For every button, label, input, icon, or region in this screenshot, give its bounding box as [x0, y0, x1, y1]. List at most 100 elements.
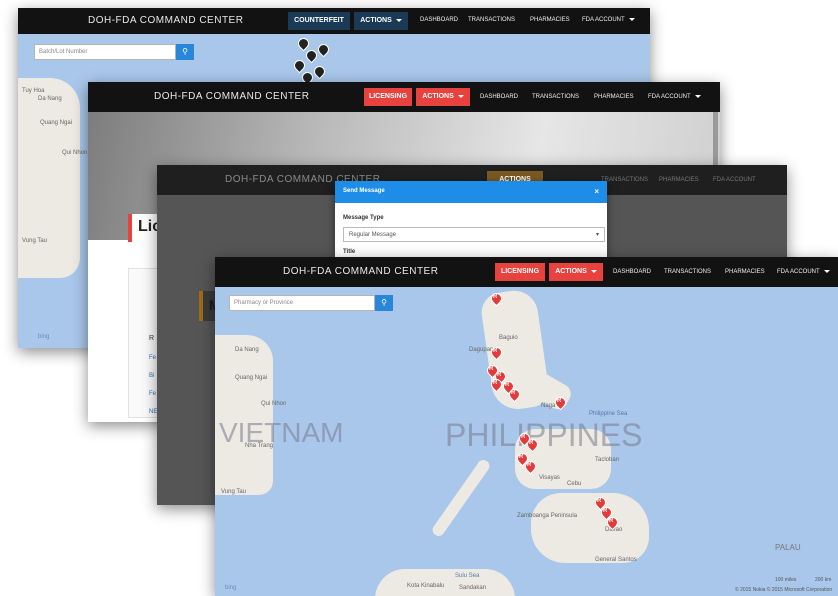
- map-copyright: © 2015 Nokia © 2015 Microsoft Corporatio…: [735, 587, 833, 593]
- map-label: PALAU: [775, 543, 801, 552]
- country-label: VIETNAM: [219, 417, 344, 448]
- title-label: Title: [343, 249, 356, 255]
- nav-transactions[interactable]: TRANSACTIONS: [664, 269, 711, 275]
- fda-account-label: FDA ACCOUNT: [582, 17, 625, 23]
- chevron-down-icon: ▾: [595, 232, 599, 238]
- caret-down-icon: [628, 17, 635, 21]
- map-label: Tacloban: [595, 457, 620, 463]
- table-row[interactable]: Fe: [149, 391, 156, 397]
- map-land-vietnam: [215, 335, 273, 495]
- nav-dashboard[interactable]: DASHBOARD: [420, 17, 458, 23]
- map-land-borneo: [375, 569, 515, 596]
- nav-transactions[interactable]: TRANSACTIONS: [468, 17, 515, 23]
- search-icon: ⚲: [381, 298, 387, 307]
- search-icon: ⚲: [182, 47, 188, 56]
- sea-label: Philippine Sea: [589, 411, 628, 417]
- pharmacy-pin[interactable]: R: [506, 386, 523, 403]
- screen-pharmacy-map: DOH-FDA COMMAND CENTER LICENSING ACTIONS…: [215, 257, 838, 596]
- caret-down-icon: [694, 94, 701, 98]
- pharmacy-pin[interactable]: [303, 47, 320, 64]
- actions-button[interactable]: ACTIONS: [416, 88, 470, 106]
- batch-search-placeholder: Batch/Lot Number: [39, 49, 88, 55]
- navbar: DOH-FDA COMMAND CENTER LICENSING ACTIONS…: [215, 257, 838, 287]
- pharmacy-search-input[interactable]: Pharmacy or Province: [229, 295, 375, 311]
- map-label: Visayas: [539, 475, 560, 481]
- scrollbar-thumb[interactable]: [713, 112, 718, 172]
- map-label: Qui Nhon: [62, 150, 88, 156]
- map-label: Naga: [541, 403, 556, 409]
- pharmacy-search-placeholder: Pharmacy or Province: [234, 300, 294, 306]
- table-row[interactable]: Bi: [149, 373, 154, 379]
- rx-icon: R: [527, 462, 532, 468]
- nav-transactions[interactable]: TRANSACTIONS: [601, 177, 648, 183]
- scale-miles: 100 miles: [775, 577, 797, 583]
- fda-account-label: FDA ACCOUNT: [713, 177, 756, 183]
- navbar: DOH-FDA COMMAND CENTER COUNTERFEIT ACTIO…: [18, 8, 650, 34]
- bing-logo: bing: [225, 585, 237, 591]
- nav-pharmacies[interactable]: PHARMACIES: [725, 269, 765, 275]
- nav-fda-account[interactable]: FDA ACCOUNT: [777, 269, 830, 275]
- navbar: DOH-FDA COMMAND CENTER LICENSING ACTIONS…: [88, 82, 720, 112]
- bing-logo: bing: [38, 334, 50, 340]
- caret-down-icon: [590, 269, 597, 273]
- close-icon[interactable]: ×: [594, 187, 599, 196]
- brand-title: DOH-FDA COMMAND CENTER: [88, 15, 244, 26]
- pharmacy-pin[interactable]: R: [488, 344, 505, 361]
- pharmacy-pin[interactable]: R: [488, 376, 505, 393]
- map-label: Cebu: [567, 481, 582, 487]
- actions-label: ACTIONS: [360, 17, 392, 24]
- rx-icon: R: [529, 440, 534, 446]
- actions-label: ACTIONS: [555, 268, 587, 275]
- pharmacy-pin[interactable]: R: [604, 514, 621, 531]
- country-label: PHILIPPINES: [445, 417, 643, 453]
- map-label: Vung Tau: [221, 489, 247, 495]
- map-label: Da Nang: [235, 347, 259, 353]
- table-row[interactable]: Fe: [149, 355, 156, 361]
- caret-down-icon: [823, 269, 830, 273]
- scale-km: 200 km: [815, 577, 832, 583]
- fda-account-label: FDA ACCOUNT: [648, 94, 691, 100]
- counterfeit-button[interactable]: COUNTERFEIT: [288, 12, 350, 30]
- pharmacy-pin[interactable]: [315, 41, 332, 58]
- nav-dashboard[interactable]: DASHBOARD: [613, 269, 651, 275]
- modal-header: Send Message ×: [335, 181, 607, 203]
- fda-account-label: FDA ACCOUNT: [777, 269, 820, 275]
- rx-icon: R: [493, 380, 498, 386]
- map-label: Qui Nhon: [261, 401, 287, 407]
- pharmacy-pin[interactable]: R: [488, 290, 505, 307]
- rx-icon: R: [493, 348, 498, 354]
- map-land-palawan: [430, 457, 492, 539]
- map-label: Kota Kinabalu: [407, 583, 445, 589]
- map-label: Quang Ngai: [235, 375, 268, 381]
- nav-pharmacies[interactable]: PHARMACIES: [530, 17, 570, 23]
- actions-button[interactable]: ACTIONS: [354, 12, 408, 30]
- batch-search-input[interactable]: Batch/Lot Number: [34, 44, 176, 60]
- nav-pharmacies[interactable]: PHARMACIES: [659, 177, 699, 183]
- licensing-button[interactable]: LICENSING: [364, 88, 412, 106]
- pharmacy-pin[interactable]: R: [524, 436, 541, 453]
- actions-label: ACTIONS: [422, 93, 454, 100]
- map-label: Quang Ngai: [40, 120, 73, 126]
- licensing-button[interactable]: LICENSING: [495, 263, 545, 281]
- nav-fda-account[interactable]: FDA ACCOUNT: [582, 17, 635, 23]
- map-label: Vung Tau: [22, 238, 48, 244]
- message-type-value: Regular Message: [349, 232, 397, 238]
- rx-icon: R: [597, 498, 602, 504]
- pharmacy-pin[interactable]: R: [522, 458, 539, 475]
- message-type-select[interactable]: Regular Message ▾: [343, 227, 605, 242]
- pharmacy-pin[interactable]: R: [552, 394, 569, 411]
- map-label: Sandakan: [459, 585, 487, 591]
- search-button[interactable]: ⚲: [176, 44, 194, 60]
- nav-fda-account[interactable]: FDA ACCOUNT: [713, 177, 756, 183]
- collage-stage: DOH-FDA COMMAND CENTER COUNTERFEIT ACTIO…: [0, 0, 838, 596]
- nav-pharmacies[interactable]: PHARMACIES: [594, 94, 634, 100]
- nav-fda-account[interactable]: FDA ACCOUNT: [648, 94, 701, 100]
- rx-icon: R: [557, 398, 562, 404]
- search-button[interactable]: ⚲: [375, 295, 393, 311]
- rx-icon: R: [603, 508, 608, 514]
- pharmacy-pin[interactable]: [311, 63, 328, 80]
- actions-button[interactable]: ACTIONS: [549, 263, 603, 281]
- nav-dashboard[interactable]: DASHBOARD: [480, 94, 518, 100]
- nav-transactions[interactable]: TRANSACTIONS: [532, 94, 579, 100]
- brand-title: DOH-FDA COMMAND CENTER: [283, 266, 439, 277]
